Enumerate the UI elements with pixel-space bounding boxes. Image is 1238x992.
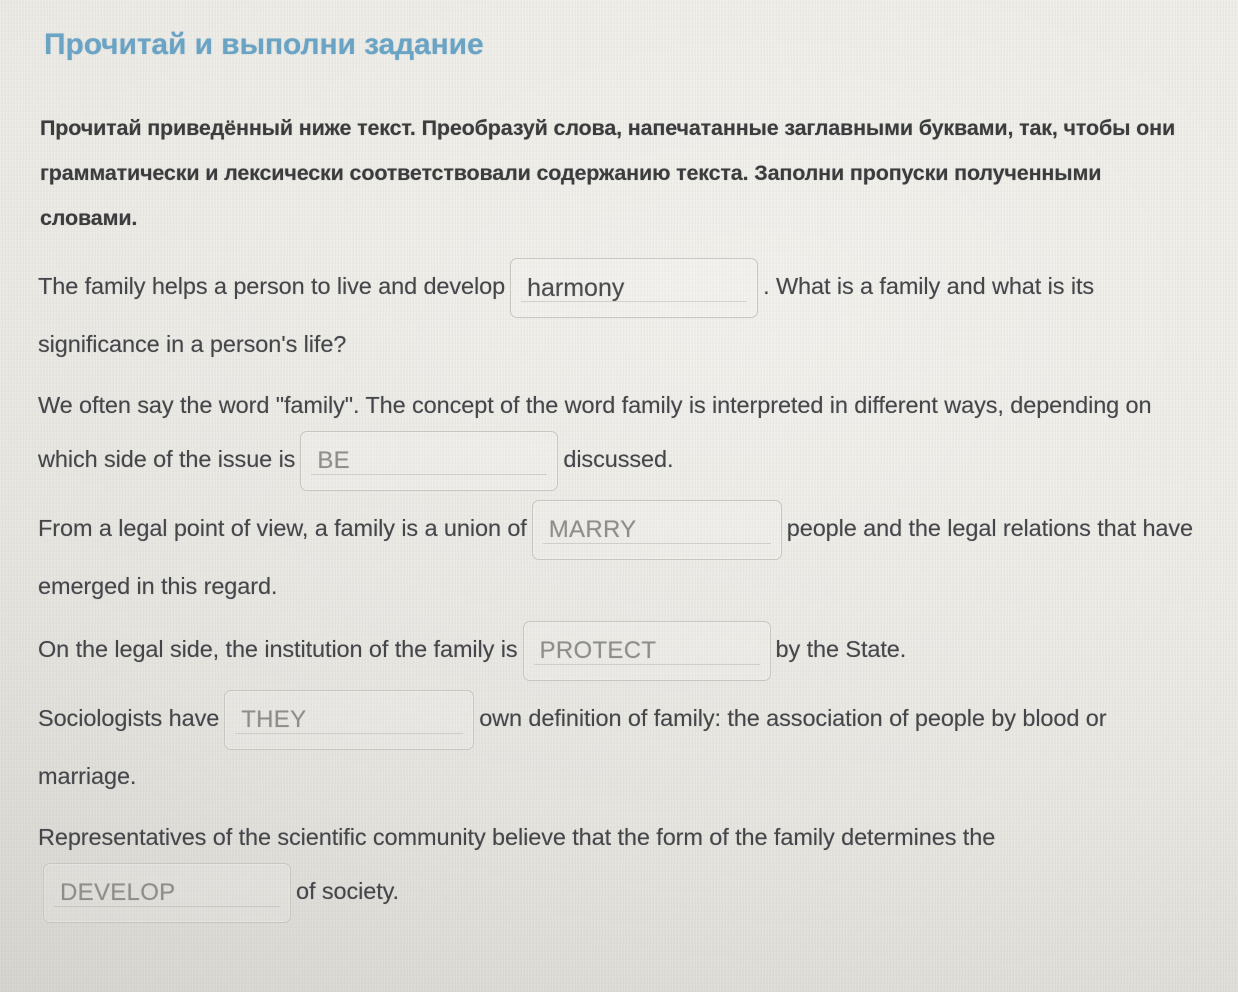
paragraph-text-before: Representatives of the scientific commun… <box>38 824 996 850</box>
answer-field-they[interactable]: THEY <box>224 690 475 750</box>
answer-field-protect[interactable]: PROTECT <box>522 621 771 681</box>
page-title: Прочитай и выполни задание <box>44 28 484 61</box>
paragraph-text-before: Sociologists have <box>38 705 220 732</box>
exercise-paragraph: Sociologists have THEY own definition of f… <box>38 690 1203 802</box>
paragraph-text-after: by the State. <box>775 636 907 663</box>
exercise-text: The family helps a person to live and de… <box>38 258 1203 923</box>
exercise-paragraph: From a legal point of view, a family is … <box>38 500 1203 612</box>
exercise-paragraph: Representatives of the scientific commun… <box>38 811 1203 923</box>
paragraph-text-before: The family helps a person to live and de… <box>38 273 506 300</box>
paragraph-text-after: of society. <box>296 878 399 905</box>
task-instructions: Прочитай приведённый ниже текст. Преобра… <box>40 116 1176 230</box>
exercise-paragraph: The family helps a person to live and de… <box>38 258 1203 370</box>
exercise-content: Прочитай и выполни задание Прочитай прив… <box>0 0 1238 992</box>
answer-field-develop[interactable]: DEVELOP <box>43 863 291 923</box>
answer-field-marry[interactable]: MARRY <box>531 500 782 560</box>
paragraph-text-before: From a legal point of view, a family is … <box>38 515 527 542</box>
paragraph-text-before: On the legal side, the institution of th… <box>38 636 518 663</box>
exercise-paragraph: We often say the word "family". The conc… <box>38 379 1203 491</box>
exercise-paragraph: On the legal side, the institution of th… <box>38 621 1203 681</box>
answer-field-harmony[interactable]: harmony <box>510 258 759 318</box>
answer-field-be[interactable]: BE <box>300 431 559 491</box>
paragraph-text-after: discussed. <box>563 446 674 473</box>
